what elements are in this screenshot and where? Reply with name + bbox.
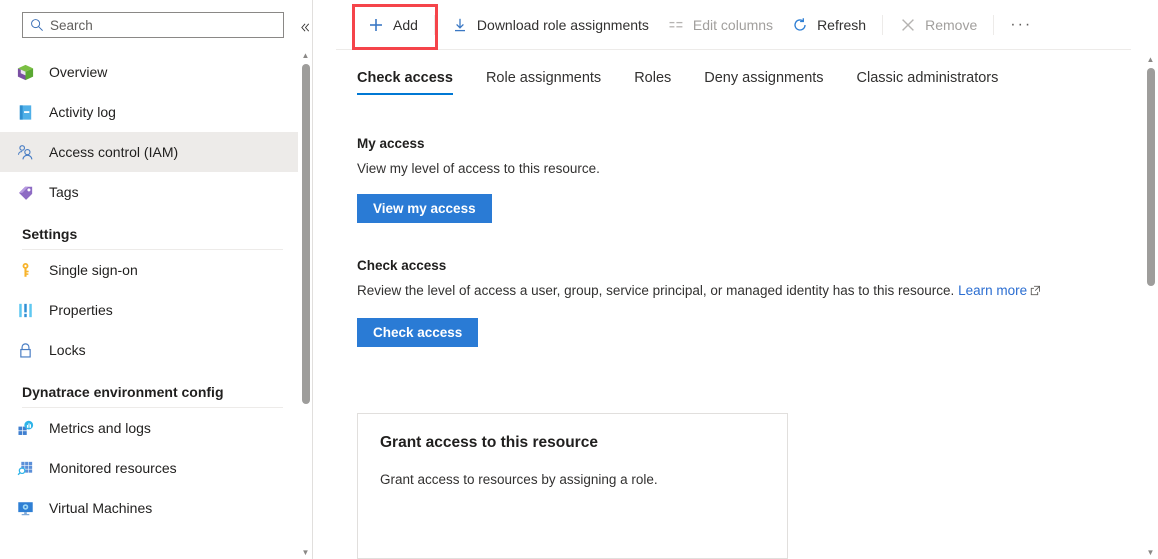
more-commands-button[interactable]: ··· xyxy=(1001,9,1041,41)
search-box[interactable] xyxy=(22,12,284,38)
tab-label: Role assignments xyxy=(485,70,602,86)
divider xyxy=(993,14,995,35)
sidebar-item-overview[interactable]: Overview xyxy=(0,52,311,92)
add-button[interactable]: Add xyxy=(358,9,427,41)
refresh-button[interactable]: Refresh xyxy=(782,9,875,41)
ellipsis-icon: ··· xyxy=(1010,15,1033,33)
learn-more-link[interactable]: Learn more xyxy=(958,283,1027,298)
iam-tabs: Check access Role assignments Roles Deny… xyxy=(357,70,1031,95)
sidebar-item-activity-log[interactable]: Activity log xyxy=(0,92,311,132)
download-button-label: Download role assignments xyxy=(476,16,649,33)
scrollbar-thumb[interactable] xyxy=(1147,68,1155,286)
tab-label: Deny assignments xyxy=(704,70,824,86)
refresh-icon xyxy=(791,16,809,34)
remove-button-label: Remove xyxy=(925,16,978,33)
columns-icon xyxy=(667,16,685,34)
tab-roles[interactable]: Roles xyxy=(634,70,671,95)
my-access-description: View my level of access to this resource… xyxy=(357,161,600,176)
search-input[interactable] xyxy=(50,17,250,33)
lock-icon xyxy=(14,339,36,361)
sidebar-item-label: Single sign-on xyxy=(49,262,138,278)
refresh-button-label: Refresh xyxy=(817,16,867,33)
sidebar-item-monitored-resources[interactable]: Monitored resources xyxy=(0,448,311,488)
download-role-assignments-button[interactable]: Download role assignments xyxy=(442,9,658,41)
tab-label: Roles xyxy=(634,70,672,86)
grant-access-card-description: Grant access to resources by assigning a… xyxy=(380,472,658,487)
monitored-resources-icon xyxy=(14,457,36,479)
sidebar-item-label: Activity log xyxy=(49,104,116,120)
sidebar-item-metrics-and-logs[interactable]: Metrics and logs xyxy=(0,408,311,448)
sidebar-item-label: Overview xyxy=(49,64,108,80)
cube-icon xyxy=(14,61,36,83)
sidebar-scrollbar[interactable]: ▲ ▼ xyxy=(298,48,313,559)
close-x-icon xyxy=(899,16,917,34)
book-icon xyxy=(14,101,36,123)
key-icon xyxy=(14,259,36,281)
scroll-down-icon[interactable]: ▼ xyxy=(298,545,313,559)
sidebar-item-label: Tags xyxy=(49,184,79,200)
download-icon xyxy=(451,16,469,34)
tag-icon xyxy=(14,181,36,203)
tab-classic-administrators[interactable]: Classic administrators xyxy=(857,70,999,95)
add-button-label: Add xyxy=(393,16,418,33)
sidebar-nav-list: Overview Activity log Access control (IA… xyxy=(0,52,311,528)
resource-sidebar: Overview Activity log xyxy=(0,0,313,559)
sidebar-item-locks[interactable]: Locks xyxy=(0,330,311,370)
check-access-section: Check access Review the level of access … xyxy=(357,258,1131,347)
check-access-button[interactable]: Check access xyxy=(357,318,479,347)
plus-icon xyxy=(367,16,385,34)
divider xyxy=(882,14,884,35)
sidebar-item-label: Locks xyxy=(49,342,86,358)
view-my-access-button[interactable]: View my access xyxy=(357,194,492,223)
scroll-up-icon[interactable]: ▲ xyxy=(1143,52,1158,66)
scrollbar-thumb[interactable] xyxy=(302,64,310,404)
sidebar-item-label: Metrics and logs xyxy=(49,420,151,436)
sidebar-group-settings: Settings xyxy=(0,226,311,250)
sidebar-item-access-control[interactable]: Access control (IAM) xyxy=(0,132,311,172)
main-content: Add Download role assignments Edit colum… xyxy=(336,0,1158,559)
tab-label: Check access xyxy=(357,70,453,86)
tab-label: Classic administrators xyxy=(856,70,999,86)
sidebar-item-label: Access control (IAM) xyxy=(49,144,179,160)
chevron-double-left-icon[interactable] xyxy=(296,18,313,36)
my-access-section: My access View my level of access to thi… xyxy=(357,136,1057,223)
check-access-description: Review the level of access a user, group… xyxy=(357,280,1131,302)
scroll-up-icon[interactable]: ▲ xyxy=(298,48,313,62)
sidebar-item-label: Properties xyxy=(49,302,113,318)
sidebar-group-title: Dynatrace environment config xyxy=(22,384,224,400)
command-toolbar: Add Download role assignments Edit colum… xyxy=(336,0,1131,50)
grant-access-card-title: Grant access to this resource xyxy=(380,434,598,451)
sidebar-search-row xyxy=(0,0,313,48)
virtual-machine-icon xyxy=(14,497,36,519)
tab-role-assignments[interactable]: Role assignments xyxy=(486,70,601,95)
my-access-title: My access xyxy=(357,136,425,151)
azure-access-control-page: Overview Activity log xyxy=(0,0,1158,559)
search-icon xyxy=(30,18,44,32)
edit-columns-button[interactable]: Edit columns xyxy=(658,9,782,41)
remove-button[interactable]: Remove xyxy=(890,9,986,41)
sidebar-item-single-sign-on[interactable]: Single sign-on xyxy=(0,250,311,290)
people-icon xyxy=(14,141,36,163)
grant-access-card: Grant access to this resource Grant acce… xyxy=(357,413,788,559)
sidebar-item-label: Monitored resources xyxy=(49,460,177,476)
sidebar-item-virtual-machines[interactable]: Virtual Machines xyxy=(0,488,311,528)
sidebar-item-label: Virtual Machines xyxy=(49,500,153,516)
content-scrollbar[interactable]: ▲ ▼ xyxy=(1143,52,1158,559)
divider xyxy=(312,0,313,559)
external-link-icon xyxy=(1030,281,1041,302)
sidebar-group-dynatrace: Dynatrace environment config xyxy=(0,384,311,408)
divider xyxy=(433,14,435,35)
scroll-down-icon[interactable]: ▼ xyxy=(1143,545,1158,559)
tab-check-access[interactable]: Check access xyxy=(357,70,453,95)
sidebar-group-title: Settings xyxy=(22,226,78,242)
metrics-icon xyxy=(14,417,36,439)
tab-deny-assignments[interactable]: Deny assignments xyxy=(704,70,823,95)
check-access-description-text: Review the level of access a user, group… xyxy=(357,283,959,298)
sidebar-item-tags[interactable]: Tags xyxy=(0,172,311,212)
sidebar-item-properties[interactable]: Properties xyxy=(0,290,311,330)
sliders-icon xyxy=(14,299,36,321)
edit-columns-label: Edit columns xyxy=(692,16,774,33)
check-access-title: Check access xyxy=(357,258,447,273)
